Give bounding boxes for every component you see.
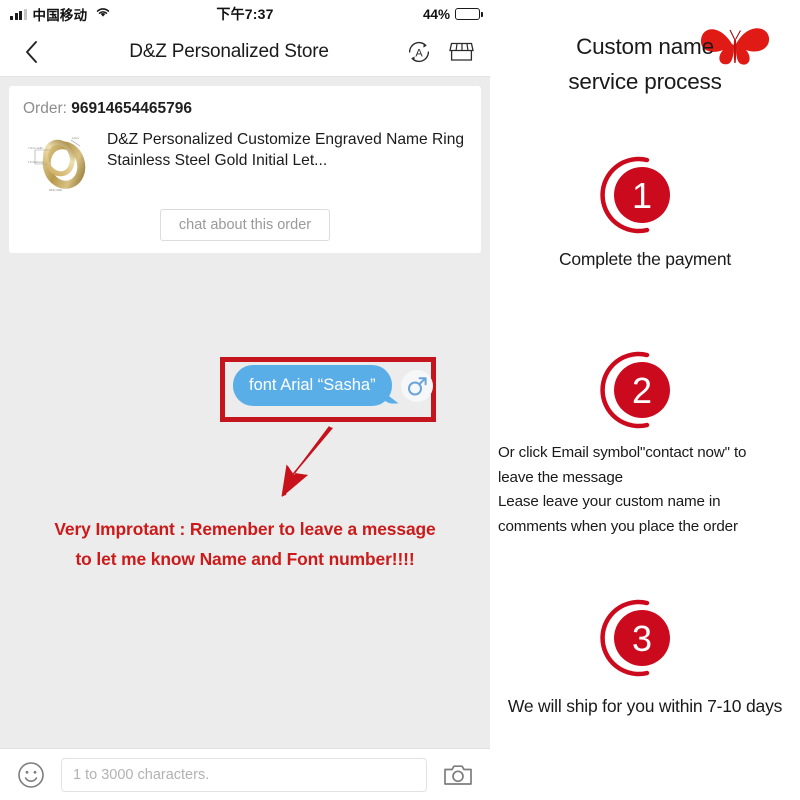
- smiley-face-icon[interactable]: [14, 758, 48, 792]
- svg-text:RING SIZE: RING SIZE: [49, 188, 62, 192]
- step-badge-2: 2: [595, 345, 685, 440]
- status-bar: 中国移动 下午7:37 44%: [0, 0, 490, 28]
- step-number-3: 3: [632, 618, 652, 659]
- step2-line-2: leave the message: [498, 468, 623, 486]
- step-caption-1: Complete the payment: [558, 249, 732, 269]
- step-number-1: 1: [632, 175, 652, 216]
- camera-icon[interactable]: [440, 758, 476, 792]
- chat-about-order-button[interactable]: chat about this order: [159, 209, 331, 241]
- page-title: D&Z Personalized Store: [129, 41, 329, 62]
- warning-line-2: to let me know Name and Font number!!!!: [75, 549, 415, 570]
- status-bar-left: 中国移动: [10, 4, 111, 24]
- panel-heading-line-2: service process: [568, 68, 722, 94]
- order-card[interactable]: Order: 96914654465796 7.5mm width 1.8 th…: [9, 86, 481, 253]
- order-product-row: 7.5mm width 1.8 thickness 12mm RING SIZE…: [23, 127, 467, 199]
- mars-symbol-avatar-icon[interactable]: [400, 369, 433, 402]
- product-title: D&Z Personalized Customize Engraved Name…: [107, 131, 465, 170]
- red-down-left-arrow-icon: [262, 425, 342, 510]
- step-badge-3: 3: [595, 593, 685, 688]
- back-button[interactable]: [14, 35, 48, 69]
- chat-message-list[interactable]: Order: 96914654465796 7.5mm width 1.8 th…: [0, 77, 490, 748]
- clock-label: 下午7:37: [216, 6, 274, 22]
- order-actions: chat about this order: [23, 209, 467, 241]
- order-label: Order:: [23, 100, 67, 117]
- panel-heading-line-1: Custom name: [576, 34, 714, 59]
- warning-text: Very Improtant : Remenber to leave a mes…: [0, 514, 490, 575]
- step-caption-3: We will ship for you within 7-10 days: [507, 696, 783, 716]
- battery-percent-label: 44%: [422, 6, 450, 22]
- panel-heading: Custom name service process: [490, 30, 800, 100]
- chat-message-row: font Arial “Sasha”: [233, 365, 433, 407]
- step-number-2: 2: [632, 370, 652, 411]
- nav-bar: D&Z Personalized Store A: [0, 28, 490, 77]
- signal-bars-icon: [10, 8, 27, 20]
- order-id-row: Order: 96914654465796: [23, 100, 467, 118]
- step2-line-4: comments when you place the order: [498, 517, 738, 535]
- carrier-label: 中国移动: [32, 8, 88, 23]
- step-paragraph-2: Or click Email symbol"contact now" to le…: [498, 441, 792, 540]
- message-input[interactable]: [61, 757, 427, 792]
- translate-icon: A: [408, 41, 430, 63]
- order-number: 96914654465796: [71, 100, 192, 117]
- phone-chat-screen: 中国移动 下午7:37 44% D&Z Personalized Store A…: [0, 0, 490, 800]
- chat-input-bar: [0, 748, 490, 800]
- battery-icon: [455, 7, 483, 21]
- storefront-icon: [448, 42, 474, 61]
- svg-text:7.5mm width: 7.5mm width: [28, 146, 43, 150]
- step-badge-1: 1: [595, 150, 685, 245]
- step2-line-3: Lease leave your custom name in: [498, 493, 721, 511]
- chevron-left-icon: [26, 41, 37, 63]
- translate-button[interactable]: A: [404, 37, 434, 67]
- svg-text:12mm: 12mm: [72, 136, 79, 140]
- svg-text:1.8 thickness: 1.8 thickness: [28, 160, 44, 164]
- nav-actions: A: [404, 37, 476, 67]
- gold-ring-product-image[interactable]: 7.5mm width 1.8 thickness 12mm RING SIZE: [23, 127, 95, 199]
- chat-bubble-outgoing[interactable]: font Arial “Sasha”: [233, 365, 392, 407]
- warning-line-1: Very Improtant : Remenber to leave a mes…: [54, 519, 436, 539]
- store-button[interactable]: [446, 37, 476, 67]
- screenshot-root: 中国移动 下午7:37 44% D&Z Personalized Store A…: [0, 0, 800, 800]
- status-bar-right: 44%: [422, 6, 483, 22]
- step2-line-1: Or click Email symbol"contact now" to: [498, 444, 747, 461]
- wifi-icon: [95, 5, 111, 23]
- service-process-panel: Custom name service process 1 Complete t…: [490, 0, 800, 800]
- svg-text:A: A: [415, 47, 423, 59]
